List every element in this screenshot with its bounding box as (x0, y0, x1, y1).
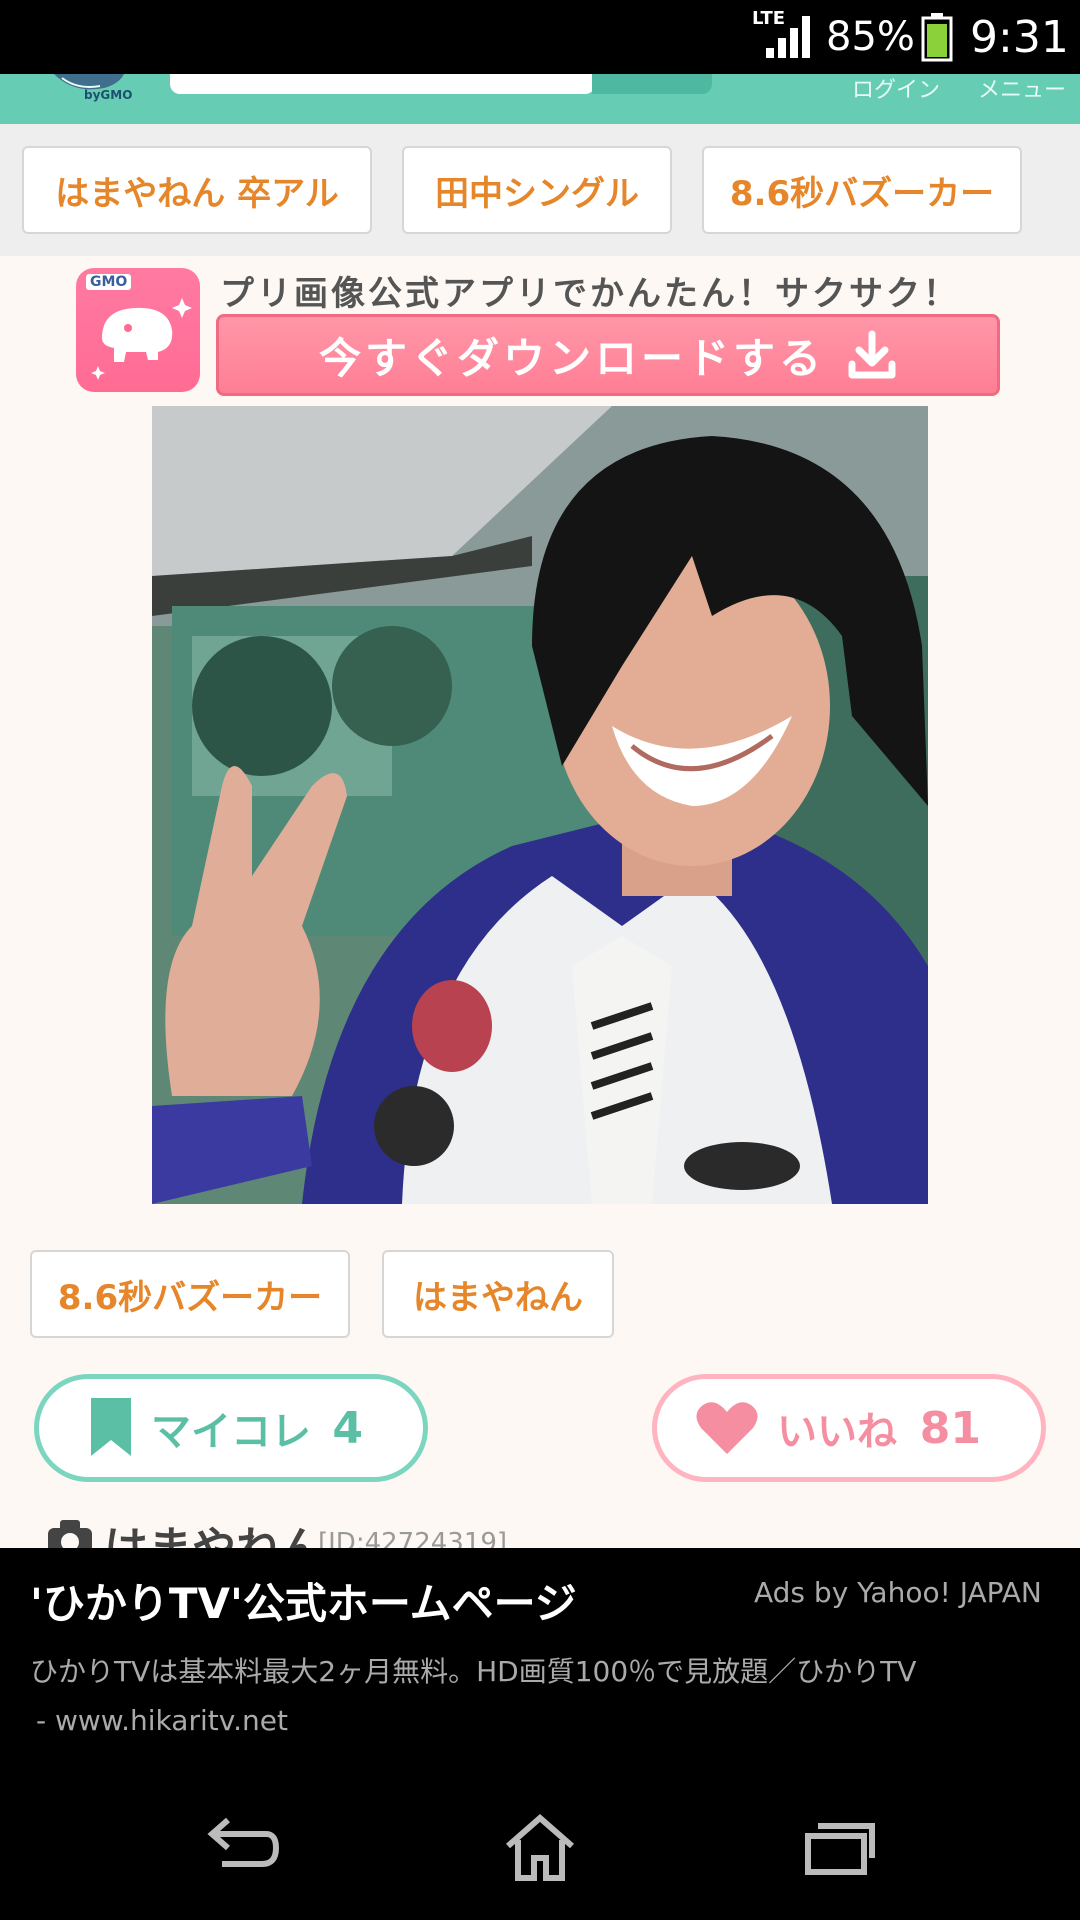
image-tag-chip[interactable]: はまやねん (382, 1250, 614, 1338)
related-tags-bar: はまやねん 卒アル 田中シングル 8.6秒バズーカー (0, 124, 1080, 256)
camera-icon (48, 1520, 92, 1548)
tag-button[interactable]: 田中シングル (402, 146, 672, 234)
poster-info[interactable]: はまやねん [ID:42724319] (48, 1514, 648, 1548)
main-photo[interactable] (152, 406, 928, 1204)
status-bar: LTE 85% 9:31 (0, 0, 1080, 74)
ad-url[interactable]: - www.hikaritv.net (36, 1704, 288, 1737)
bookmark-icon (91, 1398, 131, 1456)
mycolle-label: マイコレ (151, 1409, 311, 1455)
site-header: byGMO ログイン メニュー (0, 74, 1080, 124)
app-promo-banner[interactable]: GMO プリ画像公式アプリでかんたん！サクサク！ 今すぐダウンロードする (0, 256, 1080, 406)
elephant-icon (91, 298, 192, 380)
tag-button[interactable]: 8.6秒バズーカー (702, 146, 1022, 234)
heart-icon (696, 1402, 758, 1454)
download-label: 今すぐダウンロードする (318, 333, 825, 383)
like-button[interactable]: いいね 81 (652, 1374, 1046, 1482)
poster-name[interactable]: はまやねん (104, 1514, 324, 1548)
menu-link[interactable]: メニュー (978, 72, 1066, 104)
promo-tagline: プリ画像公式アプリでかんたん！サクサク！ (220, 274, 960, 314)
mycolle-count: 4 (332, 1402, 363, 1454)
clock: 9:31 (970, 12, 1069, 63)
logo-text: byGMO (84, 88, 133, 102)
system-nav-bar (0, 1772, 1080, 1920)
mycolle-button[interactable]: マイコレ 4 (34, 1374, 428, 1482)
download-button[interactable]: 今すぐダウンロードする (216, 314, 1000, 396)
like-label: いいね (777, 1409, 897, 1455)
ad-banner[interactable]: 'ひかりTV'公式ホームページ Ads by Yahoo! JAPAN ひかりT… (0, 1548, 1080, 1772)
image-tag-chip[interactable]: 8.6秒バズーカー (30, 1250, 350, 1338)
tag-button[interactable]: はまやねん 卒アル (22, 146, 372, 234)
like-count: 81 (919, 1402, 981, 1454)
back-icon[interactable] (200, 1812, 280, 1882)
app-icon[interactable]: GMO (76, 268, 200, 392)
ad-description: ひかりTVは基本料最大2ヶ月無料。HD画質100％で見放題／ひかりTV (30, 1655, 917, 1688)
search-input[interactable] (170, 74, 595, 94)
battery-percent: 85% (826, 14, 915, 60)
search-button[interactable] (592, 74, 712, 94)
photo-of-person-image (152, 406, 928, 1204)
poster-id: [ID:42724319] (318, 1528, 508, 1548)
battery-icon (921, 13, 953, 62)
ad-source: Ads by Yahoo! JAPAN (754, 1576, 1042, 1609)
home-icon[interactable] (500, 1812, 580, 1882)
recent-apps-icon[interactable] (800, 1812, 880, 1882)
login-link[interactable]: ログイン (852, 72, 940, 104)
site-logo[interactable]: byGMO (44, 74, 144, 104)
download-icon (848, 330, 896, 379)
ad-title[interactable]: 'ひかりTV'公式ホームページ (30, 1570, 577, 1631)
signal-icon (766, 16, 810, 58)
